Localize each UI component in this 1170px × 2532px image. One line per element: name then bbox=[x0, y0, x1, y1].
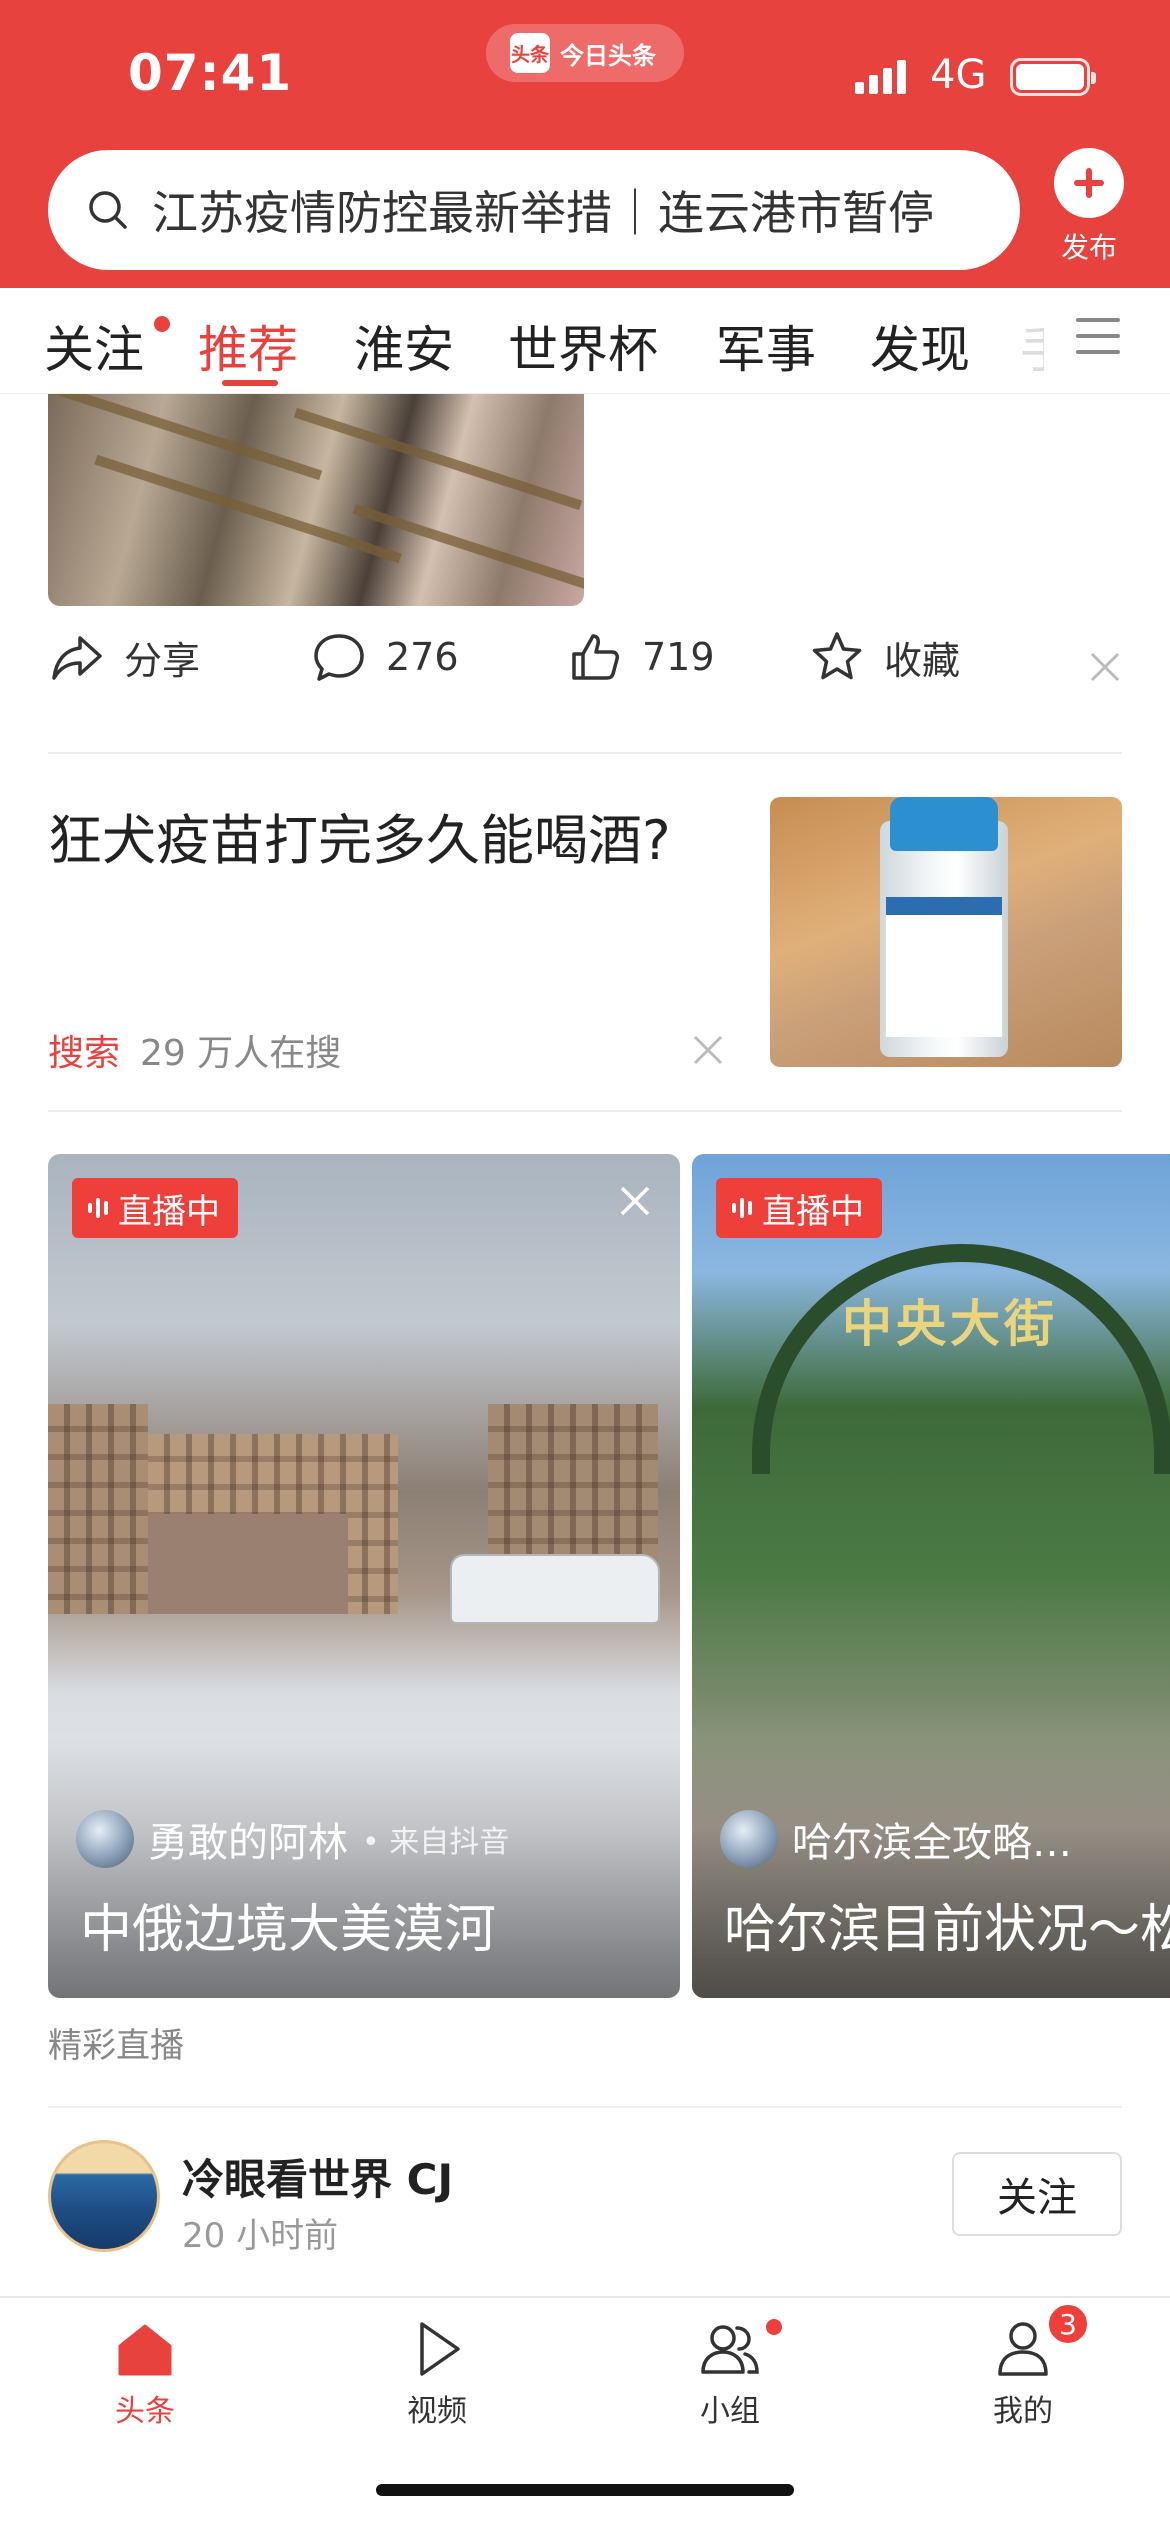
live-card-harbin[interactable]: 中央大街 直播中 哈尔滨全攻略… 哈尔滨目前状况～松 bbox=[692, 1154, 1170, 1998]
active-tab-indicator bbox=[222, 380, 278, 386]
play-icon bbox=[420, 2322, 460, 2376]
live-card-mohe[interactable]: 直播中 勇敢的阿林 • 来自抖音 中俄边境大美漠河 bbox=[48, 1154, 680, 1998]
comment-icon bbox=[314, 634, 364, 681]
search-bar[interactable]: 江苏疫情防控最新举措｜连云港市暂停 bbox=[48, 150, 1020, 270]
avatar bbox=[720, 1810, 778, 1868]
nav-home-label: 头条 bbox=[115, 2394, 175, 2429]
live-title: 中俄边境大美漠河 bbox=[80, 1900, 497, 1960]
author-name[interactable]: 冷眼看世界 CJ bbox=[182, 2146, 453, 2207]
home-indicator[interactable] bbox=[376, 2484, 794, 2496]
nav-video-label: 视频 bbox=[407, 2394, 467, 2429]
search-icon bbox=[89, 191, 127, 229]
live-badge: 直播中 bbox=[72, 1178, 238, 1238]
live-badge-label: 直播中 bbox=[762, 1191, 864, 1232]
like-button[interactable]: 719 bbox=[566, 628, 715, 686]
share-label: 分享 bbox=[124, 638, 201, 683]
toutiao-logo-icon: 头条 bbox=[510, 33, 550, 73]
star-icon bbox=[812, 632, 862, 680]
nav-profile-label: 我的 bbox=[993, 2394, 1053, 2429]
divider bbox=[48, 1110, 1122, 1112]
top-header: 07:41 头条 今日头条 4G 江苏疫情防控最新举措｜连云港市暂停 发布 bbox=[0, 0, 1170, 288]
battery-icon bbox=[1010, 58, 1096, 96]
dismiss-close-icon[interactable] bbox=[1088, 650, 1122, 684]
divider bbox=[48, 2106, 1122, 2108]
nav-group[interactable]: 小组 bbox=[655, 2316, 805, 2430]
bus-shape bbox=[450, 1554, 660, 1624]
like-count: 719 bbox=[642, 635, 715, 679]
tab-world-cup[interactable]: 世界杯 bbox=[508, 310, 658, 382]
live-badge-label: 直播中 bbox=[118, 1191, 220, 1232]
live-author-name: 哈尔滨全攻略… bbox=[792, 1820, 1072, 1866]
live-source: • 来自抖音 bbox=[362, 1825, 510, 1860]
notification-dot bbox=[763, 2316, 785, 2338]
article-action-row: 分享 276 719 收藏 bbox=[48, 628, 1120, 712]
live-section-caption: 精彩直播 bbox=[48, 2026, 184, 2066]
live-badge: 直播中 bbox=[716, 1178, 882, 1238]
tab-overflow-partial[interactable]: 手 bbox=[1020, 310, 1044, 382]
comment-button[interactable]: 276 bbox=[310, 628, 459, 686]
tab-follow[interactable]: 关注 bbox=[44, 310, 144, 382]
group-icon bbox=[701, 2325, 759, 2374]
tab-huaian[interactable]: 淮安 bbox=[354, 310, 454, 382]
app-pill-label: 今日头条 bbox=[560, 41, 656, 70]
live-wave-icon bbox=[732, 1198, 752, 1218]
article-image[interactable] bbox=[48, 394, 584, 606]
home-icon bbox=[118, 2324, 172, 2376]
arch-sign-text: 中央大街 bbox=[842, 1295, 1058, 1353]
search-count: 29 万人在搜 bbox=[140, 1033, 342, 1074]
arch-shape bbox=[752, 1244, 1170, 1474]
divider bbox=[48, 752, 1122, 754]
favorite-label: 收藏 bbox=[884, 638, 961, 683]
plus-icon bbox=[1054, 148, 1124, 218]
nav-profile[interactable]: 我的 3 bbox=[948, 2302, 1098, 2430]
status-time: 07:41 bbox=[128, 44, 293, 102]
thumbs-up-icon bbox=[572, 634, 619, 680]
channel-tabs: 关注 推荐 淮安 世界杯 军事 发现 手 bbox=[0, 288, 1170, 394]
network-type: 4G bbox=[930, 52, 987, 98]
follow-button[interactable]: 关注 bbox=[952, 2152, 1122, 2236]
comment-count: 276 bbox=[386, 635, 459, 679]
dismiss-close-icon[interactable] bbox=[692, 1034, 724, 1066]
live-author: 哈尔滨全攻略… bbox=[720, 1810, 1072, 1868]
nav-video[interactable]: 视频 bbox=[362, 2316, 512, 2430]
live-wave-icon bbox=[88, 1198, 108, 1218]
avatar[interactable] bbox=[48, 2140, 160, 2252]
nav-group-label: 小组 bbox=[700, 2394, 760, 2429]
publish-button[interactable]: 发布 bbox=[1030, 148, 1148, 266]
live-author-name: 勇敢的阿林 bbox=[148, 1820, 348, 1866]
app-indicator-pill[interactable]: 头条 今日头条 bbox=[486, 24, 684, 82]
search-card-title[interactable]: 狂犬疫苗打完多久能喝酒? bbox=[48, 796, 671, 875]
tab-recommend[interactable]: 推荐 bbox=[198, 310, 298, 382]
bottom-tab-bar: 头条 视频 小组 我的 3 bbox=[0, 2296, 1170, 2532]
publish-label: 发布 bbox=[1060, 231, 1117, 264]
author-row: 冷眼看世界 CJ 20 小时前 关注 bbox=[48, 2140, 1122, 2260]
channel-menu-icon[interactable] bbox=[1076, 318, 1120, 362]
close-icon[interactable] bbox=[618, 1184, 652, 1218]
live-title: 哈尔滨目前状况～松 bbox=[724, 1900, 1170, 1960]
vaccine-thumbnail-image[interactable] bbox=[770, 797, 1122, 1067]
tab-military[interactable]: 军事 bbox=[716, 310, 816, 382]
post-time: 20 小时前 bbox=[182, 2216, 339, 2256]
tab-follow-dot bbox=[154, 316, 170, 332]
tab-discover[interactable]: 发现 bbox=[870, 310, 970, 382]
signal-icon bbox=[855, 58, 906, 94]
share-button[interactable]: 分享 bbox=[48, 628, 200, 686]
notification-badge: 3 bbox=[1046, 2302, 1090, 2346]
share-icon bbox=[52, 636, 102, 680]
nav-home[interactable]: 头条 bbox=[70, 2316, 220, 2430]
live-author: 勇敢的阿林 • 来自抖音 bbox=[76, 1810, 509, 1868]
search-suggestion-text: 江苏疫情防控最新举措｜连云港市暂停 bbox=[152, 186, 934, 240]
search-tag: 搜索 bbox=[48, 1033, 121, 1074]
favorite-button[interactable]: 收藏 bbox=[808, 628, 960, 686]
avatar bbox=[76, 1810, 134, 1868]
